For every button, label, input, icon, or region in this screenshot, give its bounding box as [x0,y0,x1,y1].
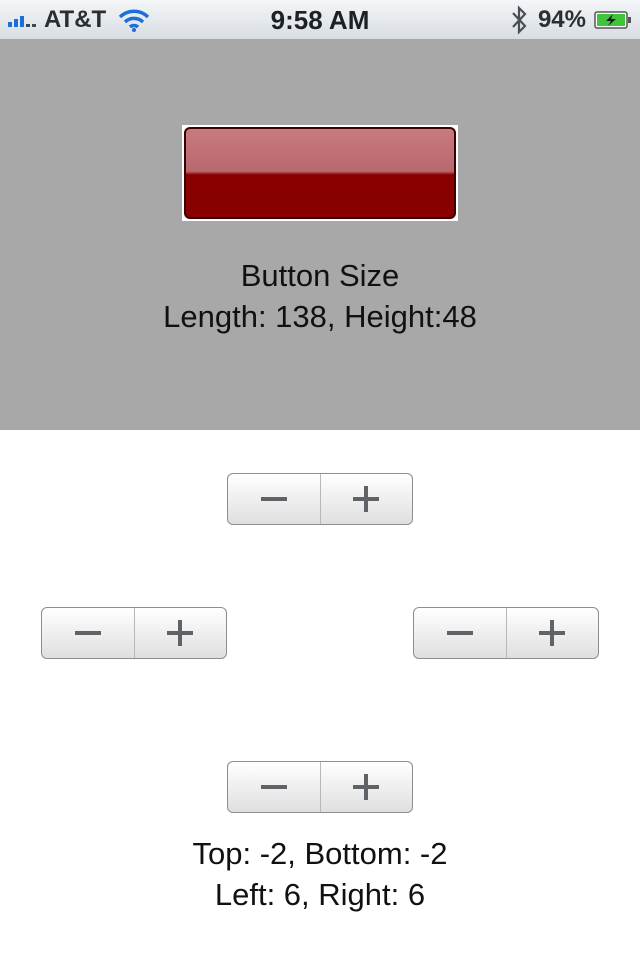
plus-icon [539,620,566,646]
preview-button-face [184,127,456,219]
preview-button[interactable] [182,125,458,221]
button-size-title: Button Size [240,258,400,293]
bottom-decrement-button[interactable] [228,762,321,812]
top-decrement-button[interactable] [228,474,321,524]
left-inset-stepper[interactable] [41,607,227,659]
bluetooth-icon [512,5,527,35]
minus-icon [74,631,101,635]
status-bar: AT&T 9:58 AM 94% [0,0,640,40]
bottom-increment-button[interactable] [321,762,413,812]
right-inset-stepper[interactable] [413,607,599,659]
top-inset-stepper[interactable] [227,473,413,525]
plus-icon [167,620,194,646]
left-decrement-button[interactable] [42,608,135,658]
battery-charging-icon [594,11,631,29]
button-size-values: Length: 138, Height:48 [163,299,477,334]
minus-icon [260,497,287,501]
horizontal-insets-label: Left: 6, Right: 6 [214,877,426,912]
preview-area: Button Size Length: 138, Height:48 [0,40,640,430]
battery-percent: 94% [537,6,586,33]
top-increment-button[interactable] [321,474,413,524]
right-decrement-button[interactable] [414,608,507,658]
status-bar-right: 94% [510,0,632,40]
left-increment-button[interactable] [135,608,227,658]
minus-icon [260,785,287,789]
right-increment-button[interactable] [507,608,599,658]
bottom-inset-stepper[interactable] [227,761,413,813]
plus-icon [353,486,380,512]
minus-icon [446,631,473,635]
plus-icon [353,774,380,800]
vertical-insets-label: Top: -2, Bottom: -2 [192,836,448,871]
